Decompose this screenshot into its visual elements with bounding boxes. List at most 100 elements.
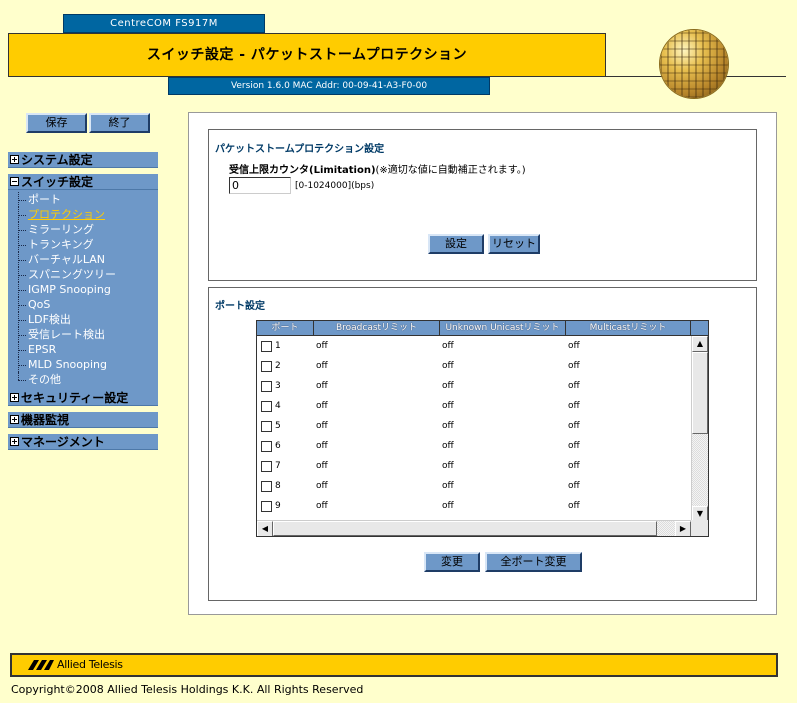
sidebar-item-mirroring[interactable]: ミラーリング (12, 222, 158, 237)
multicast-value: off (566, 501, 691, 511)
storm-settings-panel: パケットストームプロテクション設定 受信上限カウンタ(Limitation)(※… (208, 129, 757, 281)
expand-icon[interactable] (10, 415, 19, 424)
broadcast-value: off (314, 481, 440, 491)
multicast-value: off (566, 441, 691, 451)
sidebar-header-system[interactable]: システム設定 (8, 152, 158, 168)
sidebar-item-trunking[interactable]: トランキング (12, 237, 158, 252)
expand-icon[interactable] (10, 155, 19, 164)
collapse-icon[interactable] (10, 177, 19, 186)
multicast-value: off (566, 421, 691, 431)
limit-input[interactable] (229, 177, 291, 194)
table-row: 2 off off off (257, 356, 691, 376)
sidebar-header-label: 機器監視 (21, 412, 69, 428)
sidebar-item-qos[interactable]: QoS (12, 297, 158, 312)
broadcast-value: off (314, 361, 440, 371)
port-checkbox[interactable] (261, 501, 272, 512)
sidebar-menu-switch: スイッチ設定 ポート プロテクション ミラーリング トランキング バーチャルLA… (8, 174, 158, 391)
unicast-value: off (440, 361, 566, 371)
port-settings-title: ポート設定 (215, 297, 265, 312)
unicast-value: off (440, 461, 566, 471)
sidebar-item-protection[interactable]: プロテクション (12, 207, 158, 222)
reset-button[interactable]: リセット (488, 234, 540, 254)
broadcast-value: off (314, 401, 440, 411)
port-number: 4 (275, 401, 281, 411)
port-checkbox[interactable] (261, 441, 272, 452)
sidebar-header-label: スイッチ設定 (21, 174, 93, 190)
sidebar-header-switch[interactable]: スイッチ設定 (8, 174, 158, 190)
column-header-spacer (691, 321, 708, 335)
sidebar-item-rx-rate[interactable]: 受信レート検出 (12, 327, 158, 342)
all-ports-change-button[interactable]: 全ポート変更 (485, 552, 582, 572)
limit-range: [0-1024000](bps) (295, 181, 374, 191)
column-header-unicast: Unknown Unicastリミット (440, 321, 566, 335)
storm-settings-title: パケットストームプロテクション設定 (215, 140, 384, 155)
expand-icon[interactable] (10, 393, 19, 402)
exit-button[interactable]: 終了 (89, 113, 150, 133)
port-table-body: 1 off off off 2 off off off 3 off off of… (257, 336, 691, 522)
scroll-right-arrow-icon[interactable]: ▶ (675, 521, 691, 537)
table-row: 9 off off off (257, 496, 691, 516)
sidebar-menu-management: マネージメント (8, 434, 158, 450)
column-header-port: ポート (257, 321, 314, 335)
port-table[interactable]: ポート Broadcastリミット Unknown Unicastリミット Mu… (256, 320, 709, 537)
port-checkbox[interactable] (261, 461, 272, 472)
model-tab: CentreCOM FS917M (63, 14, 265, 33)
sidebar-item-epsr[interactable]: EPSR (12, 342, 158, 357)
multicast-value: off (566, 461, 691, 471)
sidebar-item-mld-snooping[interactable]: MLD Snooping (12, 357, 158, 372)
horizontal-scrollbar[interactable]: ◀ ▶ (257, 520, 691, 536)
vertical-scrollbar[interactable]: ▲ ▼ (691, 336, 708, 522)
sidebar-menu-system[interactable]: システム設定 (8, 152, 158, 168)
sidebar-item-ldf[interactable]: LDF検出 (12, 312, 158, 327)
scroll-left-arrow-icon[interactable]: ◀ (257, 521, 273, 537)
copyright-text: Copyright©2008 Allied Telesis Holdings K… (11, 683, 363, 696)
sidebar-item-igmp-snooping[interactable]: IGMP Snooping (12, 282, 158, 297)
table-row: 5 off off off (257, 416, 691, 436)
port-number: 7 (275, 461, 281, 471)
save-button[interactable]: 保存 (26, 113, 87, 133)
logo-text: Allied Telesis (57, 658, 123, 671)
multicast-value: off (566, 481, 691, 491)
port-checkbox[interactable] (261, 421, 272, 432)
table-row: 4 off off off (257, 396, 691, 416)
sidebar-item-other[interactable]: その他 (12, 372, 158, 387)
multicast-value: off (566, 361, 691, 371)
unicast-value: off (440, 441, 566, 451)
unicast-value: off (440, 341, 566, 351)
unicast-value: off (440, 401, 566, 411)
main-content: パケットストームプロテクション設定 受信上限カウンタ(Limitation)(※… (188, 112, 777, 615)
horizontal-scroll-thumb[interactable] (273, 521, 657, 536)
sidebar-header-security[interactable]: セキュリティー設定 (8, 390, 158, 406)
port-table-header: ポート Broadcastリミット Unknown Unicastリミット Mu… (257, 321, 708, 336)
port-checkbox[interactable] (261, 341, 272, 352)
set-button[interactable]: 設定 (428, 234, 484, 254)
sidebar-item-vlan[interactable]: バーチャルLAN (12, 252, 158, 267)
port-checkbox[interactable] (261, 481, 272, 492)
page-title: スイッチ設定 - パケットストームプロテクション (8, 33, 606, 77)
broadcast-value: off (314, 501, 440, 511)
sidebar-header-management[interactable]: マネージメント (8, 434, 158, 450)
unicast-value: off (440, 501, 566, 511)
port-checkbox[interactable] (261, 381, 272, 392)
broadcast-value: off (314, 421, 440, 431)
port-number: 6 (275, 441, 281, 451)
multicast-value: off (566, 341, 691, 351)
allied-telesis-logo-icon (28, 660, 54, 670)
change-button[interactable]: 変更 (424, 552, 480, 572)
expand-icon[interactable] (10, 437, 19, 446)
multicast-value: off (566, 381, 691, 391)
port-checkbox[interactable] (261, 361, 272, 372)
table-row: 6 off off off (257, 436, 691, 456)
sidebar-header-monitor[interactable]: 機器監視 (8, 412, 158, 428)
sidebar-item-spanning-tree[interactable]: スパニングツリー (12, 267, 158, 282)
sidebar-item-port[interactable]: ポート (12, 192, 158, 207)
table-row: 7 off off off (257, 456, 691, 476)
port-checkbox[interactable] (261, 401, 272, 412)
limit-note: (※適切な値に自動補正されます。) (376, 165, 526, 176)
globe-logo-icon (660, 30, 728, 98)
multicast-value: off (566, 401, 691, 411)
scroll-up-arrow-icon[interactable]: ▲ (692, 336, 708, 352)
switch-submenu: ポート プロテクション ミラーリング トランキング バーチャルLAN スパニング… (8, 190, 158, 391)
version-info: Version 1.6.0 MAC Addr: 00-09-41-A3-F0-0… (168, 77, 490, 95)
vertical-scroll-thumb[interactable] (692, 352, 708, 434)
